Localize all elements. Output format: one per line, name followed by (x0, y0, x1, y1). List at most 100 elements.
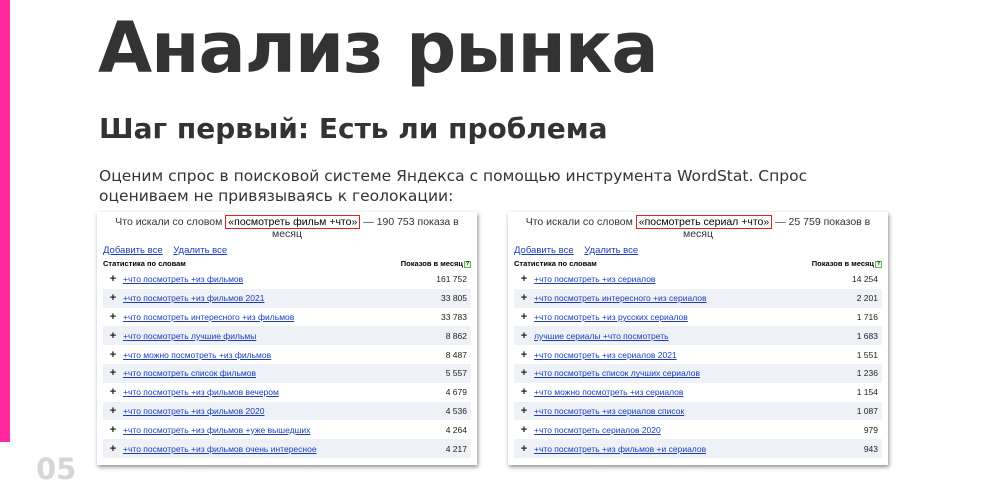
column-header-count: Показов в месяц? (811, 259, 882, 268)
help-icon[interactable]: ? (875, 260, 882, 268)
phrase-link[interactable]: +что посмотреть +из фильмов 2021 (123, 293, 411, 303)
phrase-link[interactable]: +что посмотреть интересного +из фильмов (123, 312, 411, 322)
table-row: + +что посмотреть +из фильмов 161 752 (103, 270, 471, 289)
table-row: + +что посмотреть +из фильмов +уже вышедш… (103, 420, 471, 439)
wordstat-query-phrase: «посмотреть сериал +что» (635, 215, 773, 229)
add-phrase-icon[interactable]: + (103, 349, 123, 361)
add-phrase-icon[interactable]: + (514, 386, 534, 398)
impressions-count: 8 487 (445, 349, 467, 360)
phrase-link[interactable]: +что можно посмотреть +из сериалов (534, 387, 822, 397)
impressions-count: 1 154 (856, 387, 878, 398)
add-phrase-icon[interactable]: + (514, 330, 534, 342)
column-header-phrase: Статистика по словам (514, 259, 597, 268)
add-phrase-icon[interactable]: + (514, 273, 534, 285)
add-phrase-icon[interactable]: + (103, 273, 123, 285)
table-row: + +что посмотреть +из фильмов вечером 4 67… (103, 383, 471, 402)
impressions-count: 4 679 (445, 387, 467, 398)
phrase-link[interactable]: +что посмотреть интересного +из сериалов (534, 293, 822, 303)
add-phrase-icon[interactable]: + (514, 311, 534, 323)
impressions-count: 8 862 (445, 330, 467, 341)
table-row: + +что посмотреть интересного +из фильмов… (103, 308, 471, 327)
impressions-count: 4 536 (445, 405, 467, 416)
table-row: + +что посмотреть лучшие фильмы 8 862 (103, 326, 471, 346)
impressions-count: 5 557 (445, 368, 467, 379)
wordstat-column-headers: Статистика по словам Показов в месяц? (103, 258, 471, 270)
table-row: + +что можно посмотреть +из сериалов 1 154 (514, 383, 882, 402)
wordstat-query-phrase: «посмотреть фильм +что» (225, 215, 361, 229)
slide-description: Оценим спрос в поисковой системе Яндекса… (99, 167, 808, 205)
wordstat-header-prefix: Что искали со словом (115, 216, 223, 228)
phrase-link[interactable]: лучшие сериалы +что посмотреть (534, 331, 822, 341)
add-phrase-icon[interactable]: + (103, 386, 123, 398)
phrase-link[interactable]: +что посмотреть +из фильмов (123, 274, 411, 284)
accent-bar (0, 0, 10, 442)
impressions-count: 161 752 (436, 274, 467, 285)
add-phrase-icon[interactable]: + (103, 330, 123, 342)
table-row: + лучшие сериалы +что посмотреть 1 683 (514, 326, 882, 346)
impressions-count: 33 783 (441, 311, 467, 322)
phrase-link[interactable]: +что посмотреть лучшие фильмы (123, 331, 411, 341)
wordstat-header: Что искали со словом «посмотреть сериал … (514, 212, 882, 244)
phrase-link[interactable]: +что посмотреть +из фильмов очень интере… (123, 444, 411, 454)
table-row: + +что посмотреть сериалов 2020 979 (514, 420, 882, 439)
add-phrase-icon[interactable]: + (514, 443, 534, 455)
impressions-count: 4 217 (445, 443, 467, 454)
slide-subtitle: Шаг первый: Есть ли проблема (99, 112, 608, 145)
add-phrase-icon[interactable]: + (514, 292, 534, 304)
wordstat-rows: + +что посмотреть +из сериалов 14 254 + +что… (514, 270, 882, 458)
phrase-link[interactable]: +что посмотреть список лучших сериалов (534, 368, 822, 378)
add-phrase-icon[interactable]: + (103, 311, 123, 323)
wordstat-panel-films: Что искали со словом «посмотреть фильм +… (97, 212, 477, 465)
phrase-link[interactable]: +что посмотреть +из русских сериалов (534, 312, 822, 322)
add-phrase-icon[interactable]: + (514, 367, 534, 379)
phrase-link[interactable]: +что посмотреть +из сериалов 2021 (534, 350, 822, 360)
help-icon[interactable]: ? (464, 260, 471, 268)
add-phrase-icon[interactable]: + (103, 424, 123, 436)
slide-title: Анализ рынка (98, 7, 659, 89)
add-phrase-icon[interactable]: + (514, 424, 534, 436)
table-row: + +что можно посмотреть +из фильмов 8 487 (103, 345, 471, 364)
impressions-count: 1 236 (856, 368, 878, 379)
column-header-count: Показов в месяц? (400, 259, 471, 268)
add-phrase-icon[interactable]: + (103, 292, 123, 304)
remove-all-link[interactable]: Удалить все (173, 245, 227, 256)
phrase-link[interactable]: +что посмотреть +из фильмов +и сериалов (534, 444, 822, 454)
add-phrase-icon[interactable]: + (103, 443, 123, 455)
phrase-link[interactable]: +что посмотреть +из сериалов (534, 274, 822, 284)
page-number: 05 (36, 452, 77, 486)
phrase-link[interactable]: +что посмотреть +из фильмов +уже вышедши… (123, 425, 411, 435)
phrase-link[interactable]: +что посмотреть +из фильмов 2020 (123, 406, 411, 416)
table-row: + +что посмотреть +из сериалов список 1 08… (514, 401, 882, 421)
phrase-link[interactable]: +что посмотреть список фильмов (123, 368, 411, 378)
wordstat-rows: + +что посмотреть +из фильмов 161 752 + +что… (103, 270, 471, 458)
table-row: + +что посмотреть +из сериалов 2021 1 551 (514, 345, 882, 364)
impressions-count: 1 551 (856, 349, 878, 360)
remove-all-link[interactable]: Удалить все (584, 245, 638, 256)
impressions-count: 943 (863, 443, 878, 454)
add-all-link[interactable]: Добавить все (103, 245, 163, 256)
phrase-link[interactable]: +что посмотреть +из фильмов вечером (123, 387, 411, 397)
impressions-count: 1 716 (856, 311, 878, 322)
table-row: + +что посмотреть +из фильмов очень интер… (103, 439, 471, 458)
table-row: + +что посмотреть +из фильмов 2020 4 536 (103, 401, 471, 421)
table-row: + +что посмотреть список лучших сериалов 1… (514, 363, 882, 383)
add-phrase-icon[interactable]: + (514, 405, 534, 417)
table-row: + +что посмотреть +из русских сериалов 1 7… (514, 308, 882, 327)
phrase-link[interactable]: +что посмотреть +из сериалов список (534, 406, 822, 416)
table-row: + +что посмотреть интересного +из сериало… (514, 288, 882, 308)
wordstat-column-headers: Статистика по словам Показов в месяц? (514, 258, 882, 270)
phrase-link[interactable]: +что посмотреть сериалов 2020 (534, 425, 822, 435)
add-all-link[interactable]: Добавить все (514, 245, 574, 256)
impressions-count: 14 254 (852, 274, 878, 285)
impressions-count: 4 264 (445, 424, 467, 435)
add-phrase-icon[interactable]: + (103, 367, 123, 379)
wordstat-header-prefix: Что искали со словом (525, 216, 633, 228)
add-phrase-icon[interactable]: + (103, 405, 123, 417)
wordstat-panel-series: Что искали со словом «посмотреть сериал … (508, 212, 888, 465)
column-header-phrase: Статистика по словам (103, 259, 186, 268)
table-row: + +что посмотреть +из сериалов 14 254 (514, 270, 882, 289)
phrase-link[interactable]: +что можно посмотреть +из фильмов (123, 350, 411, 360)
impressions-count: 33 805 (441, 293, 467, 304)
wordstat-actions: Добавить все Удалить все (103, 244, 471, 258)
add-phrase-icon[interactable]: + (514, 349, 534, 361)
